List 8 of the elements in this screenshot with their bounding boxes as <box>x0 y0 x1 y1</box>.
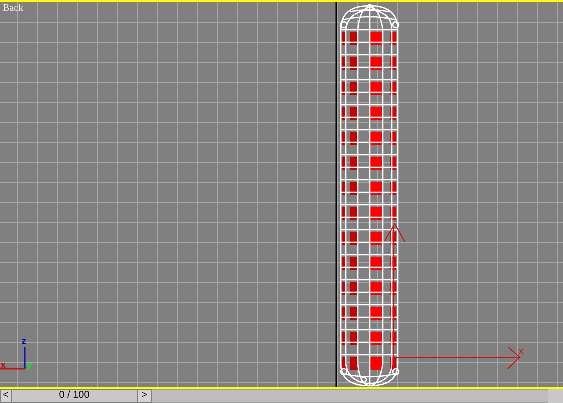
next-frame-button[interactable]: > <box>137 389 152 403</box>
axis-label: z <box>22 336 26 346</box>
axis-label: x <box>1 360 6 370</box>
frame-counter[interactable]: 0 / 100 <box>12 389 137 403</box>
axis-tripod-drawing <box>0 347 26 370</box>
previous-frame-button[interactable]: < <box>0 389 12 403</box>
gizmo-axis-label: x <box>519 346 524 356</box>
axis-label: y <box>27 360 32 370</box>
